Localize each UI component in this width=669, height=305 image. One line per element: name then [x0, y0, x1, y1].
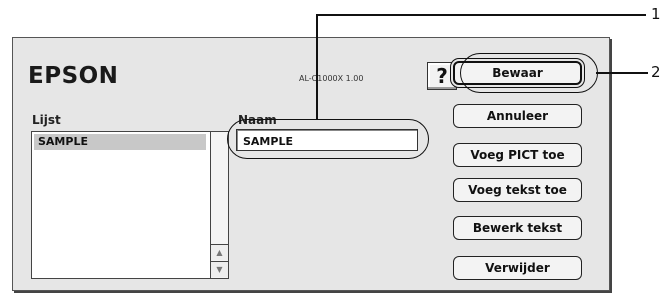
- list-item-selected[interactable]: SAMPLE: [34, 134, 206, 150]
- list-label: Lijst: [32, 113, 61, 127]
- callout-line-2: [596, 72, 648, 74]
- cancel-button[interactable]: Annuleer: [453, 104, 582, 128]
- model-version: AL-C1000X 1.00: [299, 74, 364, 83]
- watermark-list[interactable]: SAMPLE ▲ ▼: [31, 131, 229, 279]
- edit-text-button[interactable]: Bewerk tekst: [453, 216, 582, 240]
- callout-oval-save: [460, 53, 598, 93]
- scroll-down-arrow-icon[interactable]: ▼: [211, 261, 228, 277]
- epson-logo: EPSON: [28, 63, 119, 89]
- delete-button[interactable]: Verwijder: [453, 256, 582, 280]
- add-text-button[interactable]: Voeg tekst toe: [453, 178, 582, 202]
- list-scrollbar[interactable]: ▲ ▼: [210, 132, 228, 278]
- callout-number-1: 1: [651, 5, 661, 23]
- callout-line-1-horizontal: [316, 14, 646, 16]
- callout-number-2: 2: [651, 63, 661, 81]
- callout-line-1-vertical: [316, 14, 318, 119]
- scroll-up-arrow-icon[interactable]: ▲: [211, 244, 228, 260]
- add-pict-button[interactable]: Voeg PICT toe: [453, 143, 582, 167]
- callout-oval-name: [227, 119, 429, 159]
